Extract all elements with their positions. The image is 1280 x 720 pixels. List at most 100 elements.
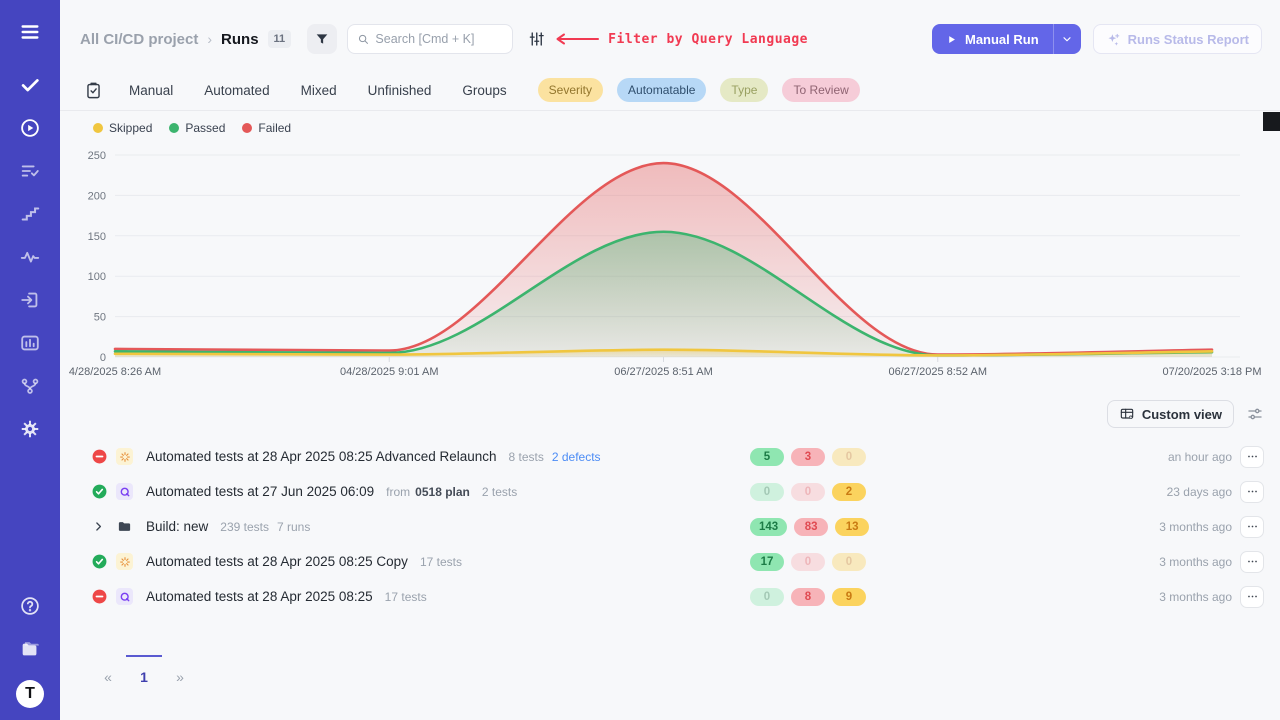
sidebar-item-milestones[interactable] (18, 202, 42, 226)
sidebar-item-settings[interactable] (18, 417, 42, 441)
run-title[interactable]: Automated tests at 28 Apr 2025 08:25 Adv… (146, 449, 497, 464)
manual-run-caret-button[interactable] (1053, 24, 1081, 54)
run-tests-count: 8 tests (509, 450, 544, 464)
passed-count-badge: 5 (750, 448, 784, 466)
sidebar-item-versions[interactable] (18, 374, 42, 398)
manual-run-split-button: Manual Run (932, 24, 1081, 54)
sidebar-item-runs[interactable] (18, 116, 42, 140)
sidebar-item-analytics[interactable] (18, 331, 42, 355)
svg-text:50: 50 (94, 312, 106, 324)
tab-automated[interactable]: Automated (204, 77, 269, 104)
skipped-count-badge: 9 (832, 588, 866, 606)
help-icon (19, 595, 41, 617)
runs-status-report-button[interactable]: Runs Status Report (1093, 24, 1262, 54)
filter-pill-type[interactable]: Type (720, 78, 768, 102)
select-runs-icon[interactable] (84, 81, 103, 100)
filter-pill-automatable[interactable]: Automatable (617, 78, 706, 102)
legend-item-skipped[interactable]: Skipped (93, 121, 152, 135)
legend-item-failed[interactable]: Failed (242, 121, 291, 135)
funnel-icon (314, 31, 330, 47)
page-header: All CI/CD project › Runs 11 Filter by Qu… (60, 0, 1280, 70)
run-timestamp: 23 days ago (1167, 485, 1232, 499)
view-settings-icon[interactable] (1246, 405, 1264, 423)
runs-count-badge: 11 (268, 30, 292, 48)
run-row[interactable]: Automated tests at 28 Apr 2025 08:25 17 … (60, 579, 1280, 614)
legend-item-passed[interactable]: Passed (169, 121, 225, 135)
more-actions-button[interactable] (1240, 481, 1264, 503)
run-row[interactable]: Automated tests at 28 Apr 2025 08:25 Cop… (60, 544, 1280, 579)
svg-text:250: 250 (88, 150, 106, 162)
import-icon (19, 289, 41, 311)
help-button[interactable] (18, 594, 42, 618)
filter-pill-to-review[interactable]: To Review (782, 78, 859, 102)
ellipsis-icon (1246, 485, 1259, 498)
more-actions-button[interactable] (1240, 551, 1264, 573)
play-circle-icon (19, 117, 41, 139)
run-plan-name[interactable]: 0518 plan (415, 485, 470, 499)
run-row[interactable]: Automated tests at 28 Apr 2025 08:25 Adv… (60, 439, 1280, 474)
workspace-logo[interactable]: T (16, 680, 44, 708)
sparkle-avatar-icon (116, 553, 133, 570)
tab-groups[interactable]: Groups (462, 77, 506, 104)
sidebar-item-activity[interactable] (18, 245, 42, 269)
svg-text:07/20/2025 3:18 PM: 07/20/2025 3:18 PM (1162, 366, 1261, 378)
passed-count-badge: 0 (750, 588, 784, 606)
tab-manual[interactable]: Manual (129, 77, 173, 104)
pagination-next-button[interactable]: » (162, 655, 198, 687)
run-timestamp: 3 months ago (1159, 590, 1232, 604)
runs-chart[interactable]: 0501001502002504/28/2025 8:26 AM04/28/20… (60, 137, 1280, 387)
run-title[interactable]: Automated tests at 27 Jun 2025 06:09 (146, 484, 374, 499)
svg-text:100: 100 (88, 271, 106, 283)
run-timestamp: 3 months ago (1159, 520, 1232, 534)
run-defects-link[interactable]: 2 defects (552, 450, 601, 464)
run-tests-count: 2 tests (482, 485, 517, 499)
result-badges: 0 8 9 (750, 588, 866, 606)
run-title[interactable]: Automated tests at 28 Apr 2025 08:25 (146, 589, 373, 604)
manual-run-button[interactable]: Manual Run (932, 24, 1053, 54)
chart-legend: Skipped Passed Failed (60, 119, 1280, 137)
run-title[interactable]: Automated tests at 28 Apr 2025 08:25 Cop… (146, 554, 408, 569)
custom-view-button[interactable]: Custom view (1107, 400, 1234, 428)
more-actions-button[interactable] (1240, 586, 1264, 608)
passed-count-badge: 17 (750, 553, 784, 571)
sidebar-item-test-plans[interactable] (18, 159, 42, 183)
view-toolbar: Custom view (60, 400, 1280, 428)
run-row[interactable]: Automated tests at 27 Jun 2025 06:09 fro… (60, 474, 1280, 509)
failed-count-badge: 83 (794, 518, 828, 536)
branch-icon (19, 375, 41, 397)
runs-list: Automated tests at 28 Apr 2025 08:25 Adv… (60, 439, 1280, 614)
play-icon (946, 34, 957, 45)
pagination: « 1 » (60, 655, 1280, 687)
filter-button[interactable] (307, 24, 337, 54)
expand-group-chevron-icon[interactable] (92, 519, 107, 534)
run-group-row[interactable]: Build: new 239 tests 7 runs 143 83 13 3 … (60, 509, 1280, 544)
failed-count-badge: 3 (791, 448, 825, 466)
result-badges: 143 83 13 (750, 518, 869, 536)
query-language-filter-icon[interactable] (527, 30, 545, 48)
failed-count-badge: 0 (791, 553, 825, 571)
breadcrumb-project[interactable]: All CI/CD project (80, 31, 198, 48)
tab-unfinished[interactable]: Unfinished (368, 77, 432, 104)
menu-icon[interactable] (18, 20, 42, 44)
bar-chart-icon (19, 332, 41, 354)
tab-mixed[interactable]: Mixed (301, 77, 337, 104)
filter-pill-severity[interactable]: Severity (538, 78, 603, 102)
search-input[interactable] (375, 32, 503, 46)
status-passed-icon (92, 484, 107, 499)
pagination-prev-button[interactable]: « (90, 655, 126, 687)
pagination-page-1[interactable]: 1 (126, 655, 162, 687)
sidebar-item-tests[interactable] (18, 73, 42, 97)
scrollbar-thumb[interactable] (1263, 112, 1280, 131)
group-title[interactable]: Build: new (146, 519, 208, 534)
more-actions-button[interactable] (1240, 516, 1264, 538)
passed-dot-icon (169, 123, 179, 133)
svg-text:06/27/2025 8:51 AM: 06/27/2025 8:51 AM (614, 366, 712, 378)
ellipsis-icon (1246, 590, 1259, 603)
skipped-count-badge: 0 (832, 553, 866, 571)
documents-button[interactable] (18, 637, 42, 661)
failed-count-badge: 8 (791, 588, 825, 606)
more-actions-button[interactable] (1240, 446, 1264, 468)
run-from-label: from (386, 485, 410, 499)
sidebar-item-requirements[interactable] (18, 288, 42, 312)
skipped-count-badge: 0 (832, 448, 866, 466)
